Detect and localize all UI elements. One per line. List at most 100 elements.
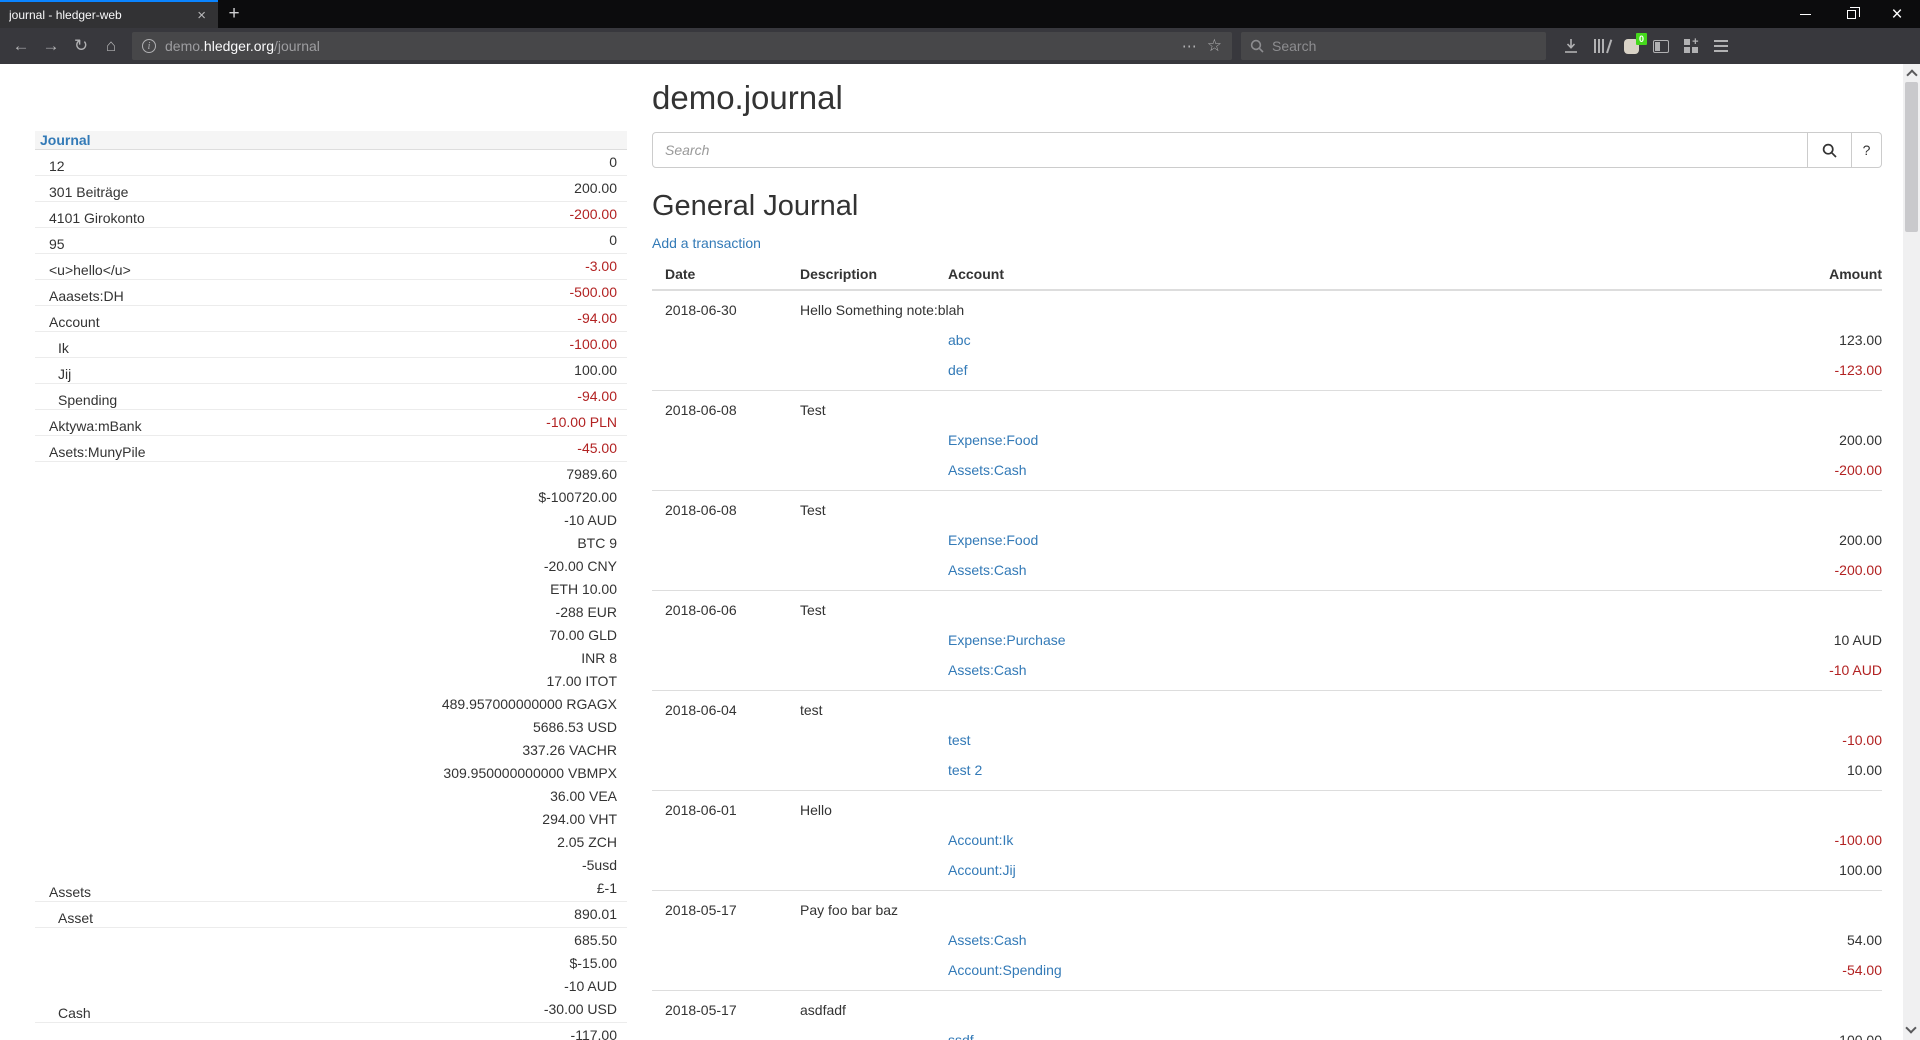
screenshots-button[interactable]: + <box>1676 32 1706 60</box>
scroll-up-icon[interactable] <box>1906 69 1917 80</box>
txn-description: Test <box>800 602 1882 618</box>
reload-button[interactable]: ↻ <box>66 32 96 60</box>
account-link: 301 Beiträge <box>49 184 128 200</box>
browser-search-field[interactable]: Search <box>1241 32 1546 60</box>
download-icon <box>1564 39 1578 53</box>
search-submit-button[interactable] <box>1808 132 1852 168</box>
posting-account-link: Assets:Cash <box>948 462 1027 478</box>
posting-account-link: abc <box>948 332 971 348</box>
bookmark-star-icon[interactable]: ☆ <box>1207 36 1222 56</box>
page-actions-icon[interactable]: ⋯ <box>1182 37 1197 55</box>
window-close-button[interactable]: × <box>1874 0 1920 28</box>
txn-date: 2018-06-06 <box>652 602 800 618</box>
account-link: Assets <box>49 884 91 900</box>
col-amount: Amount <box>1829 266 1882 282</box>
new-tab-button[interactable]: + <box>218 0 250 28</box>
account-row: 950 <box>35 228 627 254</box>
txn-description: Test <box>800 402 1882 418</box>
posting-amount: -54.00 <box>1842 962 1882 978</box>
account-balance: 890.01 <box>265 902 627 928</box>
scroll-down-icon[interactable] <box>1905 1022 1916 1033</box>
account-row: -117.00 <box>35 1023 627 1040</box>
posting-amount: 100.00 <box>1839 1032 1882 1040</box>
minimize-icon <box>1800 14 1811 15</box>
menu-button[interactable] <box>1706 32 1736 60</box>
journal-heading: General Journal <box>652 189 1882 224</box>
vertical-scrollbar[interactable] <box>1903 64 1920 1040</box>
account-link: Aaasets:DH <box>49 288 124 304</box>
posting-account-link: Account:Spending <box>948 962 1062 978</box>
page-content: Journal 12 0 301 Beiträge 200.00 4101 Giro… <box>0 64 1920 1040</box>
account-link: Spending <box>58 392 117 408</box>
account-link: 12 <box>49 158 65 174</box>
tab-close-icon[interactable]: × <box>194 8 209 23</box>
back-button[interactable]: ← <box>6 32 36 60</box>
account-balance: -200.00 <box>265 202 627 228</box>
account-balance: 0 <box>265 228 627 254</box>
titlebar-spacer <box>250 0 1782 28</box>
posting-amount: 54.00 <box>1847 932 1882 948</box>
account-balance: -94.00 <box>265 306 627 332</box>
journal-table: Date Description Account Amount 2018-06-… <box>652 261 1882 1040</box>
home-button[interactable]: ⌂ <box>96 32 126 60</box>
account-row: Aktywa:mBank-10.00 PLN <box>35 410 627 436</box>
posting-account-link: Account:Jij <box>948 862 1016 878</box>
col-date: Date <box>652 266 800 282</box>
col-description: Description <box>800 266 948 282</box>
forward-button[interactable]: → <box>36 32 66 60</box>
transaction: 2018-05-17asdfadf ssdf100.00 tttt-100.00 <box>652 991 1882 1040</box>
journal-search-input[interactable] <box>652 132 1808 168</box>
posting-account-link: Expense:Food <box>948 532 1038 548</box>
posting-account-link: test <box>948 732 971 748</box>
transaction: 2018-05-17Pay foo bar baz Assets:Cash54.… <box>652 891 1882 991</box>
txn-date: 2018-05-17 <box>652 902 800 918</box>
posting-amount: -200.00 <box>1835 462 1882 478</box>
browser-navbar: ← → ↻ ⌂ i demo.hledger.org/journal ⋯ ☆ S… <box>0 28 1920 64</box>
txn-date: 2018-06-08 <box>652 502 800 518</box>
account-row: Asets:MunyPile-45.00 <box>35 436 627 462</box>
txn-description: Pay foo bar baz <box>800 902 1882 918</box>
posting-amount: 200.00 <box>1839 532 1882 548</box>
window-restore-button[interactable] <box>1828 0 1874 28</box>
transaction: 2018-06-06Test Expense:Purchase10 AUD As… <box>652 591 1882 691</box>
account-row: Jij100.00 <box>35 358 627 384</box>
posting-account-link: Expense:Food <box>948 432 1038 448</box>
col-account: Account <box>948 266 1829 282</box>
url-text: demo.hledger.org/journal <box>165 38 1182 54</box>
account-balance: 685.50 $-15.00 -10 AUD -30.00 USD <box>265 928 627 1023</box>
account-balance: -100.00 <box>265 332 627 358</box>
txn-description: Hello <box>800 802 1882 818</box>
sidebar-toggle-button[interactable] <box>1646 32 1676 60</box>
account-link: 4101 Girokonto <box>49 210 145 226</box>
search-icon <box>1822 143 1837 158</box>
downloads-button[interactable] <box>1556 32 1586 60</box>
url-bar[interactable]: i demo.hledger.org/journal ⋯ ☆ <box>132 32 1232 60</box>
browser-tab[interactable]: journal - hledger-web × <box>0 0 218 28</box>
posting-amount: -200.00 <box>1835 562 1882 578</box>
account-row: 4101 Girokonto -200.00 <box>35 202 627 228</box>
account-row: <u>hello</u>-3.00 <box>35 254 627 280</box>
library-button[interactable] <box>1586 32 1616 60</box>
browser-titlebar: journal - hledger-web × + × <box>0 0 1920 28</box>
add-transaction-link[interactable]: Add a transaction <box>652 235 761 251</box>
account-link: Ik <box>58 340 69 356</box>
transaction: 2018-06-08Test Expense:Food200.00 Assets… <box>652 391 1882 491</box>
grid-plus-icon: + <box>1684 39 1699 54</box>
posting-account-link: def <box>948 362 967 378</box>
posting-amount: 10 AUD <box>1834 632 1882 648</box>
account-row: Aaasets:DH-500.00 <box>35 280 627 306</box>
account-link: Aktywa:mBank <box>49 418 142 434</box>
account-row: Spending-94.00 <box>35 384 627 410</box>
account-row: Assets7989.60 $-100720.00 -10 AUD BTC 9 … <box>35 462 627 902</box>
scrollbar-thumb[interactable] <box>1905 82 1918 232</box>
site-info-icon[interactable]: i <box>142 39 156 53</box>
window-minimize-button[interactable] <box>1782 0 1828 28</box>
library-icon <box>1594 39 1608 53</box>
search-help-button[interactable]: ? <box>1852 132 1882 168</box>
posting-account-link: Expense:Purchase <box>948 632 1066 648</box>
txn-date: 2018-06-08 <box>652 402 800 418</box>
sidebar-journal-header[interactable]: Journal <box>35 131 627 150</box>
account-link: Account <box>49 314 100 330</box>
page-title: demo.journal <box>652 77 1882 119</box>
extension-button[interactable]: 0 <box>1616 32 1646 60</box>
